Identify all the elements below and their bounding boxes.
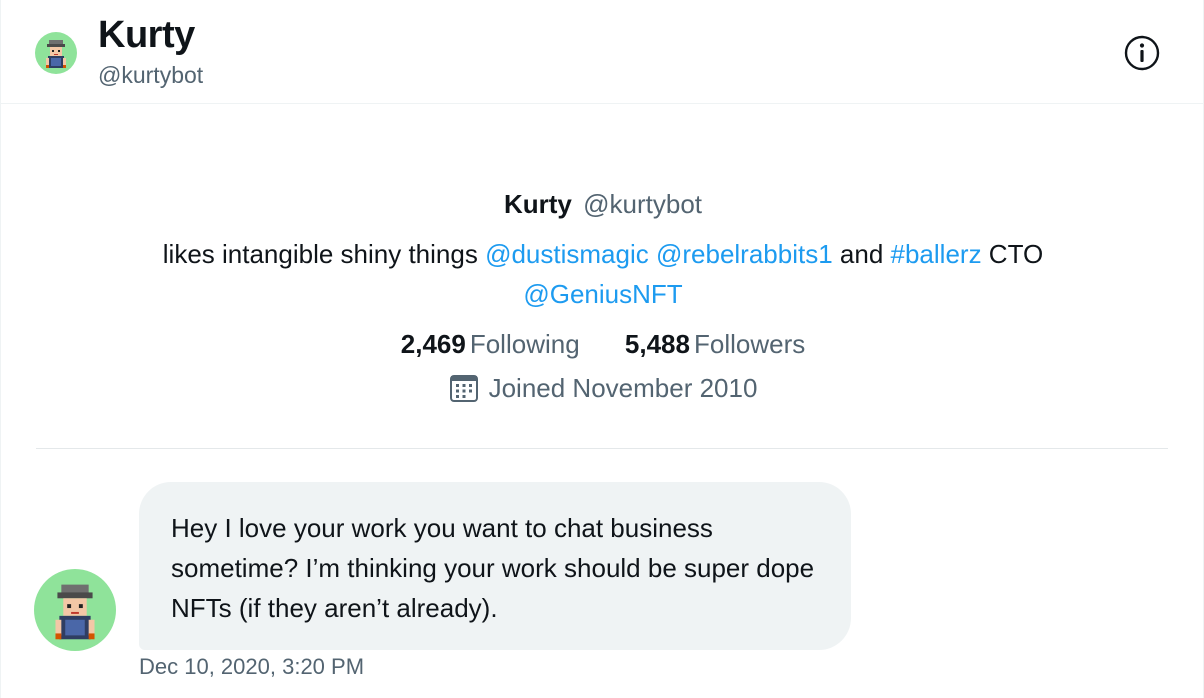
profile-bio: likes intangible shiny things @dustismag… [83,234,1123,314]
profile-stats: 2,469 Following 5,488 Followers [1,322,1204,366]
bio-text: likes intangible shiny things [162,239,486,269]
followers-count: 5,488 [624,329,690,359]
profile-summary: Kurty @kurtybot likes intangible shiny t… [1,186,1204,408]
profile-username[interactable]: @kurtybot [583,189,702,219]
bio-text [649,239,656,269]
mention-link-geniusnft[interactable]: @GeniusNFT [523,279,682,309]
mention-link-dustismagic[interactable]: @dustismagic [485,239,649,269]
conversation-header: Kurty @kurtybot [1,0,1204,104]
followers-label: Followers [693,329,806,359]
calendar-icon [449,373,479,403]
message-text: Hey I love your work you want to chat bu… [171,513,815,623]
header-username: @kurtybot [98,62,204,88]
join-date-text: Joined November 2010 [488,373,758,403]
mention-link-rebelrabbits1[interactable]: @rebelrabbits1 [656,239,833,269]
profile-display-name[interactable]: Kurty [504,189,572,219]
bio-text: and [832,239,891,269]
following-count: 2,469 [400,329,466,359]
following-link[interactable]: 2,469 Following [401,322,580,366]
section-divider [36,448,1168,449]
join-date: Joined November 2010 [1,368,1204,408]
followers-link[interactable]: 5,488 Followers [625,322,805,366]
pixel-avatar-image [46,40,66,68]
message-sender-avatar[interactable] [34,569,116,651]
profile-name-line: Kurty @kurtybot [1,186,1204,222]
dm-conversation-view: Kurty @kurtybot Kurty @kurtybot likes in… [0,0,1204,698]
message-timestamp: Dec 10, 2020, 3:20 PM [139,654,365,679]
header-avatar[interactable] [35,32,77,74]
info-icon[interactable] [1123,34,1161,72]
bio-text: CTO [981,239,1044,269]
hashtag-link-ballerz[interactable]: #ballerz [891,239,982,269]
message-bubble[interactable]: Hey I love your work you want to chat bu… [139,482,851,650]
following-label: Following [469,329,580,359]
header-display-name: Kurty [98,14,195,56]
pixel-avatar-image [55,584,95,640]
